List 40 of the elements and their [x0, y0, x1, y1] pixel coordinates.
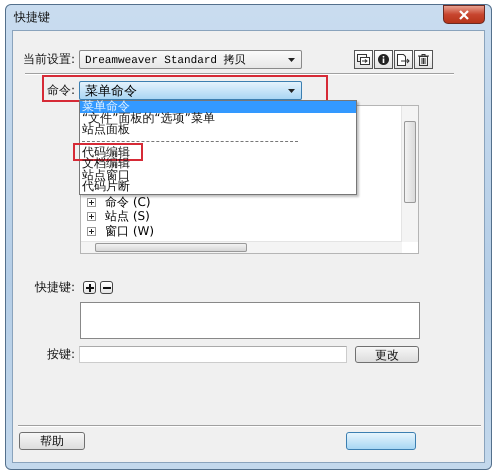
help-button[interactable]: 帮助 — [19, 432, 85, 450]
current-set-dropdown[interactable]: Dreamweaver Standard 拷贝 — [79, 50, 302, 69]
info-icon — [378, 54, 389, 65]
info-button[interactable] — [374, 50, 393, 69]
menu-item[interactable]: 站点面板 — [80, 124, 130, 136]
change-button[interactable]: 更改 — [355, 346, 419, 363]
current-set-label: 当前设置: — [22, 51, 76, 68]
plus-icon — [86, 284, 94, 292]
vertical-scrollbar[interactable] — [401, 106, 418, 242]
trash-icon — [418, 54, 429, 66]
shortcut-label: 快捷键: — [34, 279, 76, 296]
command-dropdown[interactable]: 菜单命令 — [79, 81, 302, 100]
tree-item[interactable]: 窗口 (W) — [105, 222, 154, 240]
caret-icon — [288, 58, 295, 62]
horizontal-scrollbar[interactable] — [81, 241, 402, 253]
duplicate-button[interactable] — [354, 50, 373, 69]
add-button[interactable] — [83, 281, 96, 294]
expand-icon[interactable] — [87, 212, 96, 222]
delete-button[interactable] — [414, 50, 433, 69]
caret-icon — [288, 88, 295, 92]
remove-button[interactable] — [100, 281, 113, 294]
close-icon — [458, 10, 470, 20]
command-label: 命令: — [46, 82, 76, 99]
duplicate-icon — [357, 54, 370, 65]
menu-item[interactable]: 代码编辑 — [80, 146, 130, 158]
shortcut-list[interactable] — [80, 302, 420, 339]
close-button[interactable] — [443, 5, 485, 24]
expand-icon[interactable] — [87, 226, 96, 236]
key-input-field[interactable] — [79, 346, 347, 363]
menu-item[interactable]: “文件”面板的“选项”菜单 — [80, 112, 215, 124]
window-title: 快捷键 — [12, 9, 50, 26]
menu-item[interactable]: 站点窗口 — [80, 170, 130, 181]
menu-item[interactable]: 代码片断 — [80, 181, 130, 192]
key-label: 按键: — [46, 346, 76, 363]
tree-item[interactable]: 命令 (C) — [105, 194, 151, 211]
expand-icon[interactable] — [87, 198, 96, 207]
ok-button[interactable] — [346, 432, 416, 450]
export-icon — [397, 54, 410, 66]
export-button[interactable] — [394, 50, 413, 69]
tree-item[interactable]: 站点 (S) — [105, 208, 150, 226]
